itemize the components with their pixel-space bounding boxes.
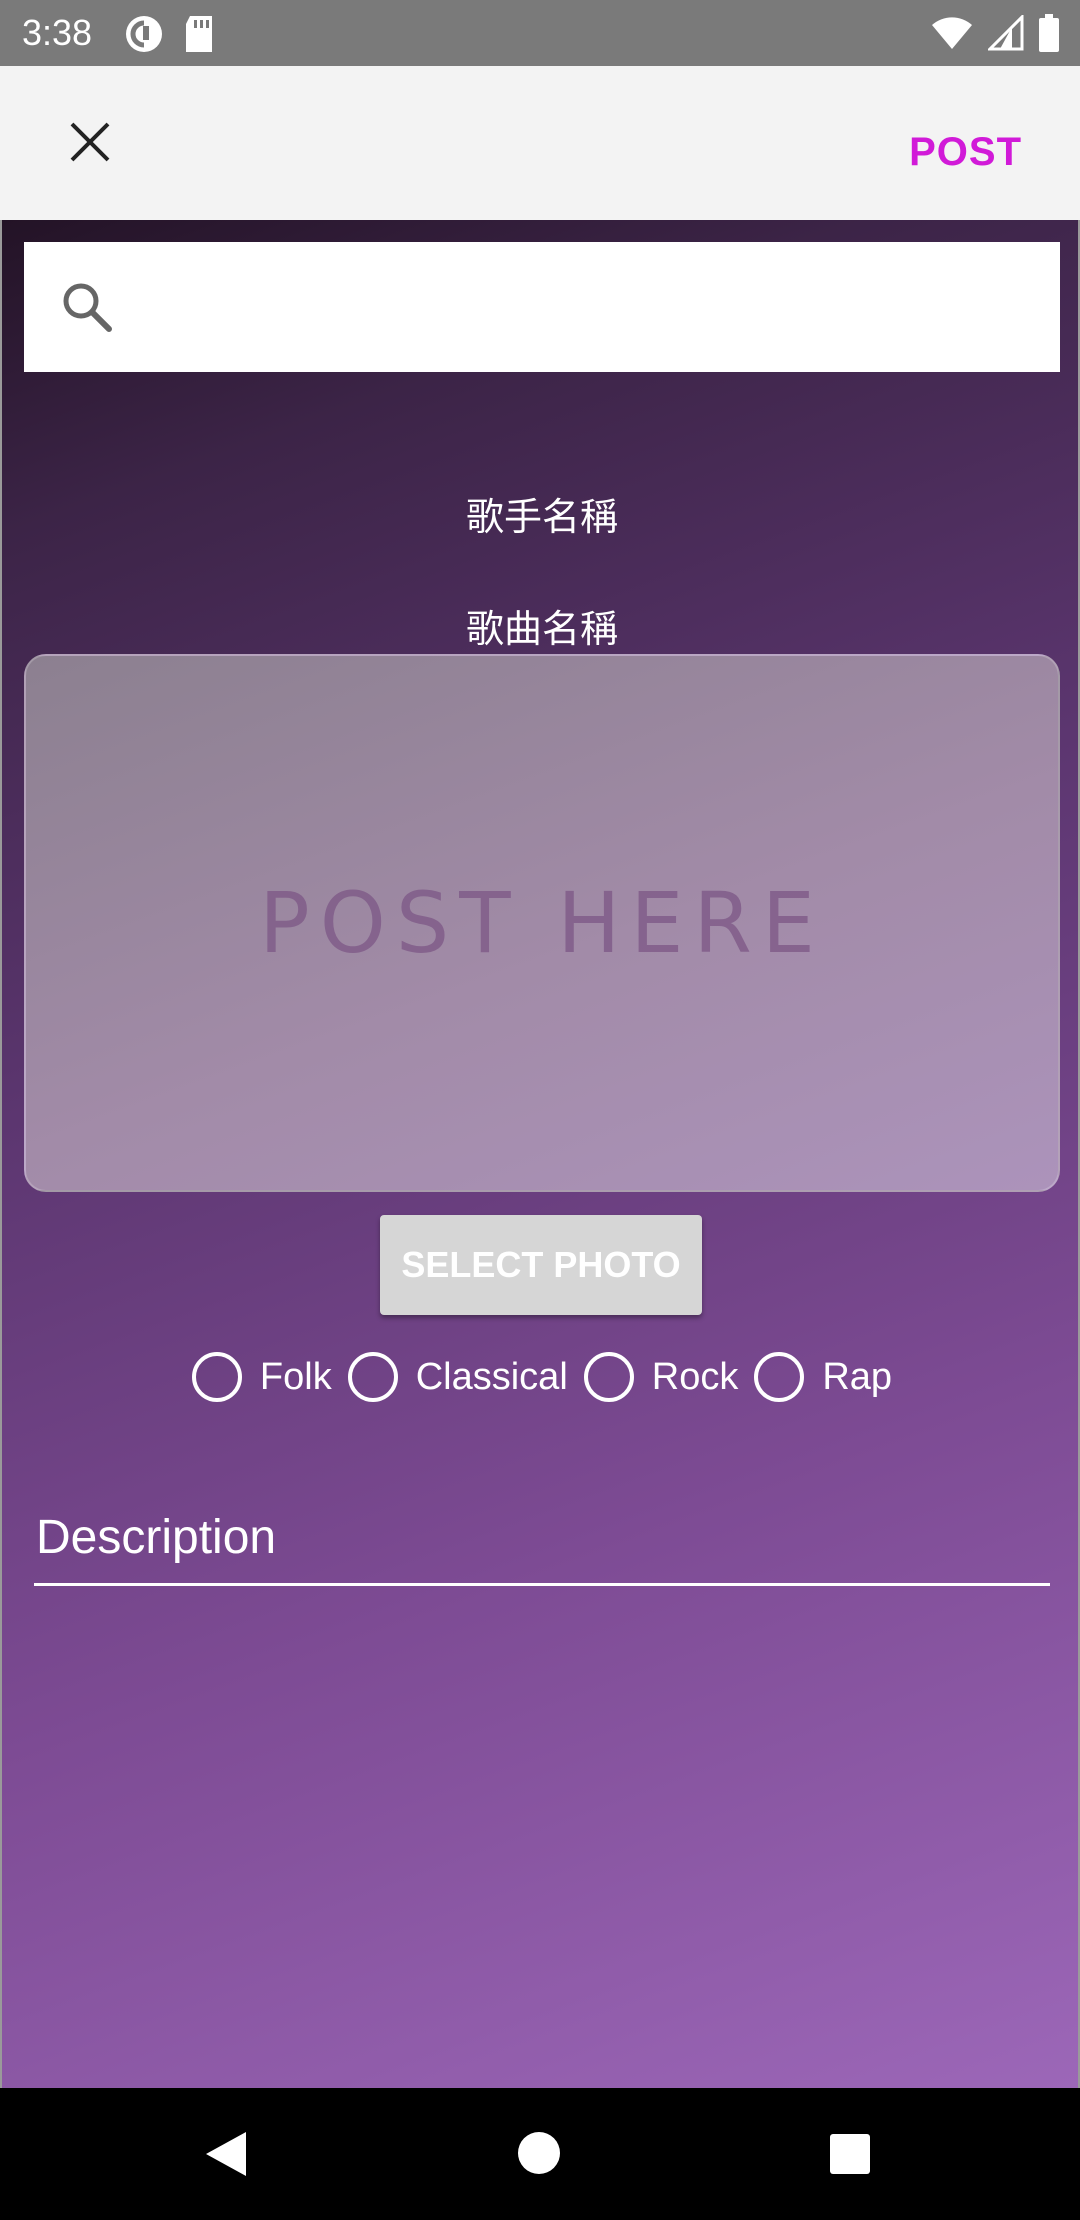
post-image-area[interactable]: POST HERE	[24, 654, 1060, 1192]
back-icon[interactable]	[204, 2130, 248, 2178]
status-icons-right	[930, 14, 1060, 52]
artist-name: 歌手名稱	[465, 495, 618, 539]
genre-label: Folk	[259, 1355, 332, 1398]
search-input[interactable]	[134, 242, 1038, 374]
genre-radio-group: Folk Classical Rock Rap	[2, 1346, 1080, 1408]
radio-button[interactable]	[583, 1352, 634, 1402]
status-bar: 3:38	[0, 0, 1080, 66]
search-bar[interactable]	[24, 242, 1060, 374]
compose-panel: 歌手名稱 歌曲名稱 POST HERE SELECT PHOTO Folk Cl…	[0, 220, 1080, 2088]
description-field[interactable]: Description	[34, 1490, 1050, 1586]
app-bar: POST	[0, 66, 1080, 220]
genre-option-classical[interactable]: Classical	[347, 1352, 568, 1402]
genre-label: Rap	[822, 1355, 893, 1398]
post-here-placeholder: POST HERE	[259, 874, 825, 972]
status-icons-left	[124, 14, 216, 54]
genre-option-folk[interactable]: Folk	[191, 1352, 332, 1402]
radio-button[interactable]	[347, 1352, 398, 1402]
post-button[interactable]: POST	[909, 130, 1022, 175]
radio-button[interactable]	[754, 1352, 805, 1402]
close-icon	[70, 122, 110, 162]
close-button[interactable]	[58, 110, 122, 174]
genre-label: Rock	[651, 1355, 739, 1398]
wifi-icon	[932, 17, 972, 49]
system-nav-bar	[0, 2088, 1080, 2220]
recents-icon[interactable]	[830, 2134, 870, 2174]
select-photo-button[interactable]: SELECT PHOTO	[380, 1215, 702, 1315]
home-icon[interactable]	[518, 2132, 560, 2174]
genre-option-rap[interactable]: Rap	[754, 1352, 892, 1402]
description-placeholder: Description	[36, 1511, 277, 1564]
pocket-casts-icon	[126, 16, 162, 52]
battery-icon	[1039, 14, 1059, 52]
search-icon	[63, 283, 112, 332]
status-time: 3:38	[22, 12, 93, 53]
genre-label: Classical	[415, 1355, 568, 1398]
radio-button[interactable]	[191, 1352, 242, 1402]
genre-option-rock[interactable]: Rock	[583, 1352, 739, 1402]
sd-card-icon	[186, 16, 212, 52]
song-name: 歌曲名稱	[465, 607, 618, 651]
signal-icon	[988, 15, 1024, 51]
